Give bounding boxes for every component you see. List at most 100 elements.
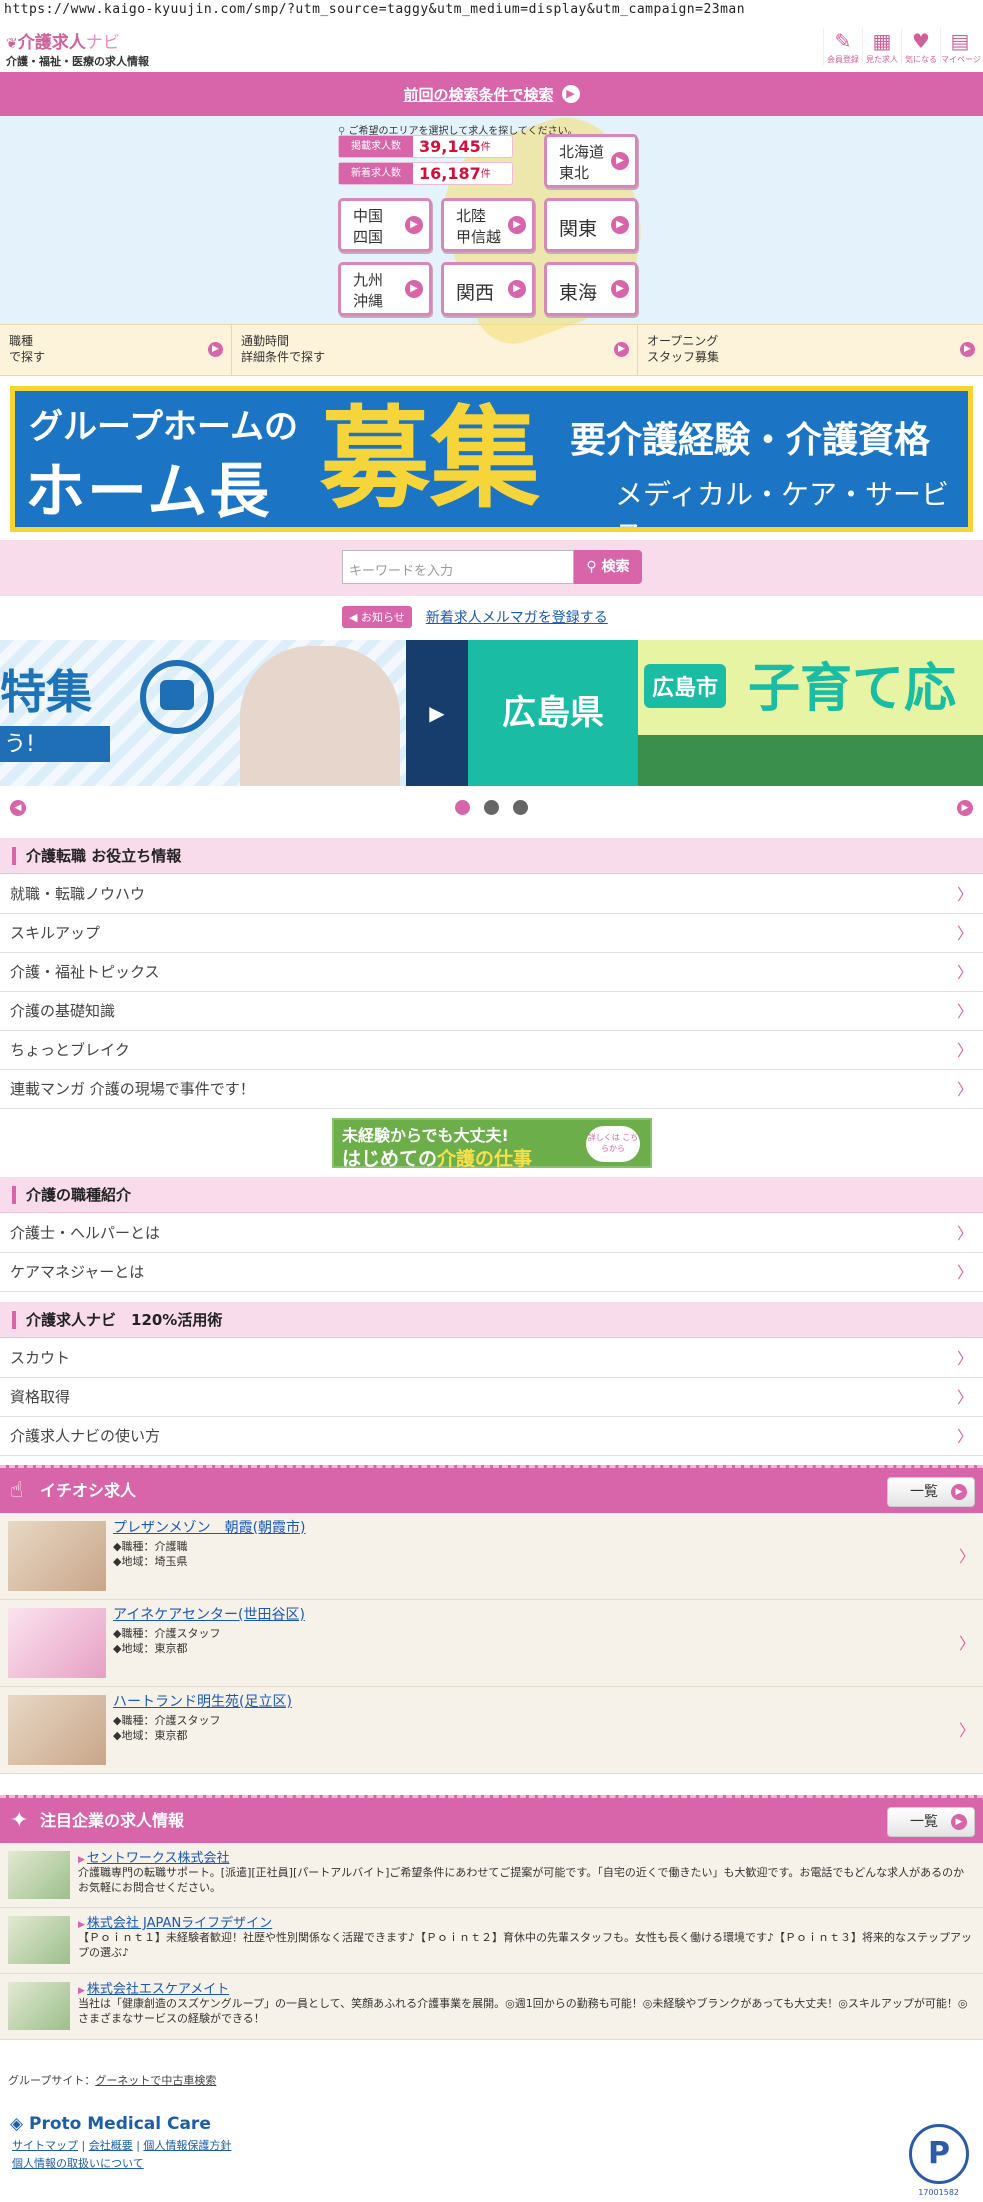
- carousel-slide-commute[interactable]: 特集 う!: [0, 640, 406, 786]
- prev-search-label: 前回の検索条件で検索: [403, 85, 554, 104]
- listed-count-label: 掲載求人数: [339, 136, 413, 157]
- chevron-right-icon: ▶: [611, 216, 629, 234]
- privacy-mark-number: 17001582: [918, 2188, 959, 2197]
- job-title-link[interactable]: プレザンメゾン 朝霞(朝霞市): [113, 1517, 306, 1537]
- row-label: ケアマネジャーとは: [10, 1263, 145, 1281]
- company-description: 【Ｐｏｉｎｔ１】未経験者歓迎！社歴や性別関係なく活躍できます♪【Ｐｏｉｎｔ２】育…: [78, 1931, 973, 1959]
- area-chugoku-shikoku[interactable]: 中国 四国 ▶: [338, 198, 432, 252]
- chevron-right-icon: 〉: [956, 1263, 973, 1282]
- row-label: 連載マンガ 介護の現場で事件です！: [10, 1080, 255, 1098]
- area-label: 中国 四国: [353, 207, 384, 246]
- pickup-job-item[interactable]: プレザンメゾン 朝霞(朝霞市) ◆職種：介護職 ◆地域：埼玉県 〉: [0, 1513, 983, 1600]
- subnav-opening[interactable]: オープニング スタッフ募集 ▶: [638, 325, 983, 375]
- megaphone-icon: ◀: [349, 611, 361, 624]
- area-kanto[interactable]: 関東 ▶: [544, 198, 638, 252]
- carousel-slide-hiroshima[interactable]: 広島市 子育て応: [638, 640, 983, 786]
- header-icon-label: 見た求人: [866, 55, 898, 64]
- row-label: 就職・転職ノウハウ: [10, 885, 146, 903]
- footer-link-company[interactable]: 会社概要: [89, 2139, 133, 2152]
- tips-list-item[interactable]: ちょっとブレイク 〉: [0, 1031, 983, 1070]
- slide2-prefecture[interactable]: 広島県: [468, 640, 638, 786]
- pickup-job-item[interactable]: アイネケアセンター(世田谷区) ◆職種：介護スタッフ ◆地域：東京都 〉: [0, 1600, 983, 1687]
- company-name-link[interactable]: セントワークス株式会社: [78, 1847, 230, 1866]
- new-count: 新着求人数 16,187 件: [338, 162, 513, 185]
- browser-url: https://www.kaigo-kyuujin.com/smp/?utm_s…: [4, 2, 746, 17]
- company-item[interactable]: セントワークス株式会社介護職専門の転職サポート。[派遣][正社員][パートアルバ…: [0, 1843, 983, 1908]
- tips-list-item[interactable]: 介護・福祉トピックス 〉: [0, 953, 983, 992]
- carousel-dot[interactable]: [455, 800, 470, 815]
- chevron-right-icon: ▶: [561, 85, 580, 103]
- area-label: 北陸 甲信越: [456, 207, 502, 246]
- area-kansai[interactable]: 関西 ▶: [441, 262, 535, 316]
- job-title-link[interactable]: ハートランド明生苑(足立区): [113, 1691, 292, 1711]
- row-label: ちょっとブレイク: [10, 1041, 130, 1059]
- area-label: 関東: [559, 218, 598, 240]
- chevron-right-icon: ▶: [960, 342, 975, 357]
- carousel-next-arrow[interactable]: ▶: [406, 640, 468, 786]
- tips-list-item[interactable]: 就職・転職ノウハウ 〉: [0, 875, 983, 914]
- header-calendar-button[interactable]: ▦ 見た求人: [862, 28, 901, 65]
- job-occupation: ◆職種：介護職: [113, 1540, 188, 1553]
- area-hokuriku-koshinetsu[interactable]: 北陸 甲信越 ▶: [441, 198, 535, 252]
- subnav-occupation[interactable]: 職種 で探す ▶: [0, 325, 232, 375]
- area-map: ⚲ ご希望のエリアを選択して求人を探してください。 掲載求人数 39,145 件…: [0, 101, 983, 355]
- pickup-title: イチオシ求人: [40, 1481, 137, 1500]
- search-button-label: 検索: [601, 559, 630, 575]
- pickup-job-item[interactable]: ハートランド明生苑(足立区) ◆職種：介護スタッフ ◆地域：東京都 〉: [0, 1687, 983, 1774]
- newsletter-link[interactable]: 新着求人メルマガを登録する: [426, 607, 608, 627]
- header-pencil-button[interactable]: ✎ 会員登録: [823, 28, 862, 65]
- logo-heart-icon: ❦: [6, 36, 18, 52]
- header-mypage-button[interactable]: ▤ マイページ: [940, 28, 981, 65]
- site-logo[interactable]: ❦介護求人ナビ 介護・福祉・医療の求人情報: [6, 28, 149, 69]
- company-item[interactable]: 株式会社エスケアメイト当社は「健康創造のスズケングループ」の一員として、笑顔あふ…: [0, 1974, 983, 2040]
- chevron-right-icon: 〉: [956, 1080, 973, 1099]
- company-name-link[interactable]: 株式会社エスケアメイト: [78, 1978, 229, 1997]
- header-heart-button[interactable]: ♥ 気になる: [901, 28, 940, 65]
- footer-link-privacy-policy[interactable]: 個人情報保護方針: [143, 2139, 231, 2152]
- row-label: スキルアップ: [10, 924, 101, 942]
- banner-right2: メディカル・ケア・サービス: [615, 478, 950, 527]
- prev-search-button[interactable]: 前回の検索条件で検索 ▶: [0, 72, 983, 116]
- banner-line2: ホーム長: [25, 457, 272, 527]
- carousel-prev-button[interactable]: ◀: [10, 800, 26, 816]
- use-list-item[interactable]: 資格取得 〉: [0, 1378, 983, 1417]
- company-description: 当社は「健康創造のスズケングループ」の一員として、笑顔あふれる介護事業を展開。◎…: [78, 1997, 968, 2025]
- group-site-link[interactable]: グーネットで中古車検索: [95, 2074, 216, 2087]
- new-count-unit: 件: [480, 169, 491, 180]
- companies-all-button[interactable]: 一覧 ▶: [887, 1807, 975, 1837]
- footer-link-privacy-handling[interactable]: 個人情報の取扱いについて: [12, 2157, 144, 2170]
- carousel-dot[interactable]: [484, 800, 499, 815]
- area-kyushu-okinawa[interactable]: 九州 沖縄 ▶: [338, 262, 432, 316]
- beginner-banner[interactable]: 未経験からでも大丈夫! はじめての介護の仕事 詳しくは こちらから: [332, 1118, 652, 1170]
- notice-tag-label: お知らせ: [360, 611, 405, 624]
- row-label: 介護・福祉トピックス: [10, 963, 160, 981]
- hero-banner[interactable]: グループホームの ホーム長 募集 要介護経験・介護資格 メディカル・ケア・サービ…: [10, 386, 973, 532]
- listed-count-value: 39,145: [419, 137, 481, 156]
- tips-list-item[interactable]: 介護の基礎知識 〉: [0, 992, 983, 1031]
- tips-list-item[interactable]: スキルアップ 〉: [0, 914, 983, 953]
- area-tokai[interactable]: 東海 ▶: [544, 262, 638, 316]
- jobs-list-item[interactable]: 介護士・ヘルパーとは 〉: [0, 1214, 983, 1253]
- jobs-list-item[interactable]: ケアマネジャーとは 〉: [0, 1253, 983, 1292]
- pickup-all-button[interactable]: 一覧 ▶: [887, 1477, 975, 1507]
- search-input[interactable]: キーワードを入力: [342, 550, 574, 584]
- footer-link-sitemap[interactable]: サイトマップ: [12, 2139, 78, 2152]
- use-list-item[interactable]: スカウト 〉: [0, 1339, 983, 1378]
- carousel-next-button[interactable]: ▶: [957, 800, 973, 816]
- company-name-link[interactable]: 株式会社 JAPANライフデザイン: [78, 1912, 272, 1931]
- area-hokkaido-tohoku[interactable]: 北海道 東北 ▶: [544, 134, 638, 188]
- area-label: 東海: [559, 282, 598, 304]
- subnav-commute[interactable]: 通勤時間 詳細条件で探す ▶: [232, 325, 638, 375]
- carousel-dot[interactable]: [513, 800, 528, 815]
- logo-main: 介護求人: [17, 33, 86, 53]
- chevron-right-icon: 〉: [956, 963, 973, 982]
- lightbulb-icon: ✦: [10, 1808, 29, 1833]
- use-list-item[interactable]: 介護求人ナビの使い方 〉: [0, 1417, 983, 1456]
- job-title-link[interactable]: アイネケアセンター(世田谷区): [113, 1604, 305, 1624]
- company-item[interactable]: 株式会社 JAPANライフデザイン【Ｐｏｉｎｔ１】未経験者歓迎！社歴や性別関係な…: [0, 1908, 983, 1974]
- row-label: 介護求人ナビの使い方: [10, 1427, 161, 1445]
- tips-list-item[interactable]: 連載マンガ 介護の現場で事件です！ 〉: [0, 1070, 983, 1109]
- footer-brand[interactable]: ◈ Proto Medical Care: [10, 2114, 211, 2134]
- area-label: 九州 沖縄: [353, 271, 384, 310]
- search-button[interactable]: ⚲ 検索: [574, 550, 642, 584]
